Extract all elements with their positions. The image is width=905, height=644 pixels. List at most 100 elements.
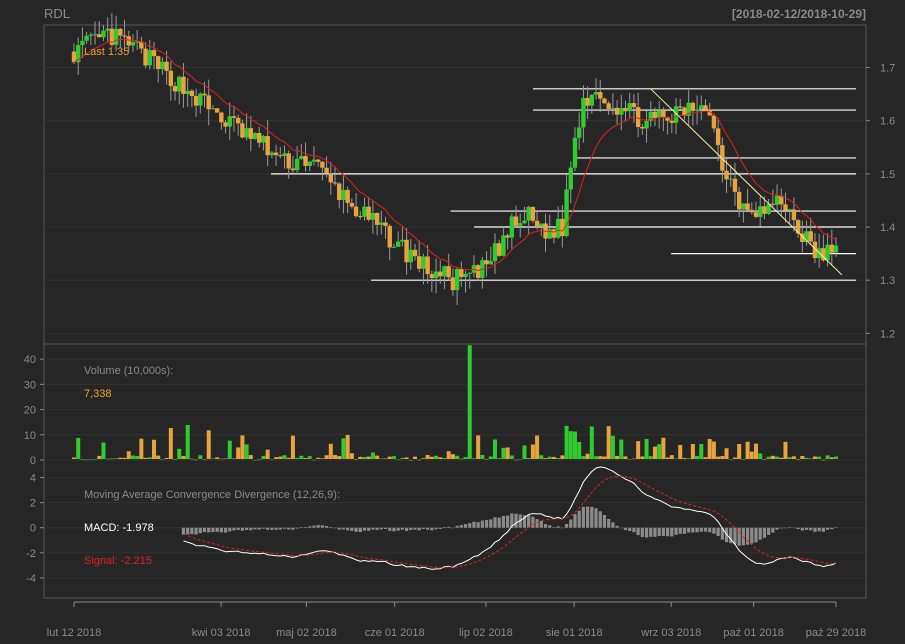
candle-down: [736, 191, 742, 210]
candle-down: [598, 92, 603, 99]
volume-bar-down: [661, 437, 666, 459]
macd-histogram-bar: [447, 526, 451, 528]
volume-bar-up: [80, 459, 85, 460]
volume-bar-down: [450, 454, 455, 459]
macd-histogram-bar: [556, 526, 560, 528]
macd-histogram-bar: [291, 527, 295, 530]
volume-bar-up: [307, 456, 312, 459]
volume-bar-up: [644, 438, 649, 459]
volume-bar-down: [290, 435, 295, 459]
macd-histogram-bar: [560, 527, 564, 529]
volume-bar-down: [354, 459, 359, 460]
candle-down: [829, 244, 834, 253]
candle-down: [202, 93, 207, 96]
macd-histogram-bar: [413, 527, 417, 530]
macd-histogram-bar: [573, 514, 577, 528]
volume-bar-up: [834, 456, 838, 459]
macd-histogram-bar: [598, 511, 602, 528]
macd-histogram-bar: [644, 527, 649, 538]
macd-histogram-bar: [682, 527, 687, 534]
volume-bar-down: [598, 456, 603, 459]
macd-histogram-bar: [623, 527, 628, 531]
macd-histogram-bar: [800, 527, 804, 531]
candle-up: [619, 108, 624, 115]
candle-up: [488, 261, 493, 265]
candle-up: [92, 34, 98, 36]
macd-histogram-bar: [320, 525, 324, 528]
macd-histogram-bar: [653, 527, 657, 537]
volume-bar-down: [286, 457, 291, 459]
macd-histogram-bar: [396, 527, 400, 531]
volume-bar-up: [577, 441, 582, 459]
chart-background: [0, 0, 905, 644]
macd-histogram-bar: [324, 525, 329, 528]
candle-down: [724, 170, 729, 180]
macd-histogram-bar: [661, 527, 665, 537]
candle-down: [661, 110, 666, 118]
volume-bar-down: [328, 443, 333, 459]
macd-histogram-bar: [417, 527, 421, 531]
macd-histogram-bar: [640, 527, 644, 538]
volume-bar-down: [669, 455, 674, 459]
macd-histogram-bar: [375, 527, 379, 530]
volume-bar-down: [497, 458, 502, 459]
candle-up: [774, 195, 780, 205]
candle-up: [244, 128, 249, 138]
macd-histogram-bar: [194, 527, 198, 535]
volume-bar-down: [156, 455, 161, 459]
volume-bar-down: [615, 455, 620, 459]
candle-down: [353, 206, 359, 217]
volume-bar-down: [652, 446, 657, 459]
candle-up: [227, 116, 232, 127]
volume-bar-up: [547, 456, 552, 459]
macd-histogram-bar: [337, 527, 341, 530]
macd-tick-label: -2: [26, 548, 36, 560]
macd-title: Moving Average Convergence Divergence (1…: [84, 489, 340, 501]
volume-bar-up: [434, 455, 439, 459]
volume-bar-down: [320, 458, 325, 459]
volume-bar-down: [143, 457, 148, 459]
volume-bar-down: [223, 458, 228, 459]
volume-bar-up: [93, 459, 98, 460]
candle-down: [484, 260, 489, 265]
macd-histogram-bar: [266, 527, 270, 530]
macd-histogram-bar: [825, 527, 830, 530]
candle-up: [522, 220, 527, 224]
macd-histogram-bar: [632, 527, 636, 533]
macd-histogram-bar: [190, 527, 194, 535]
volume-bar-down: [796, 459, 801, 460]
macd-histogram-bar: [278, 527, 282, 530]
macd-histogram-bar: [257, 527, 261, 530]
volume-bar-up: [572, 431, 577, 459]
candle-down: [324, 167, 329, 174]
candle-up: [147, 50, 152, 66]
macd-tick-label: 0: [30, 523, 36, 535]
macd-histogram-bar: [388, 527, 392, 531]
macd-histogram-bar: [434, 527, 438, 530]
candle-down: [762, 206, 767, 214]
volume-bar-down: [164, 457, 169, 459]
candle-up: [568, 167, 573, 190]
volume-bar-down: [678, 444, 683, 459]
candle-down: [118, 28, 123, 36]
macd-histogram-bar: [771, 527, 775, 533]
macd-histogram-bar: [350, 527, 354, 531]
candle-down: [585, 97, 590, 106]
date-tick-label: wrz 03 2018: [640, 627, 701, 639]
volume-tick-label: 10: [24, 430, 36, 442]
volume-bar-up: [244, 444, 249, 459]
candle-down: [703, 105, 708, 110]
candle-up: [833, 245, 839, 253]
candle-down: [328, 173, 334, 183]
macd-histogram-bar: [809, 527, 813, 531]
candle-down: [715, 128, 721, 146]
candle-up: [539, 223, 544, 227]
macd-histogram-bar: [308, 526, 312, 528]
macd-histogram-bar: [691, 527, 695, 533]
candle-down: [450, 277, 456, 291]
date-tick-label: cze 01 2018: [365, 627, 425, 639]
macd-histogram-bar: [282, 527, 287, 529]
candle-up: [656, 110, 662, 118]
volume-bar-down: [623, 456, 628, 459]
volume-bar-up: [648, 456, 653, 459]
